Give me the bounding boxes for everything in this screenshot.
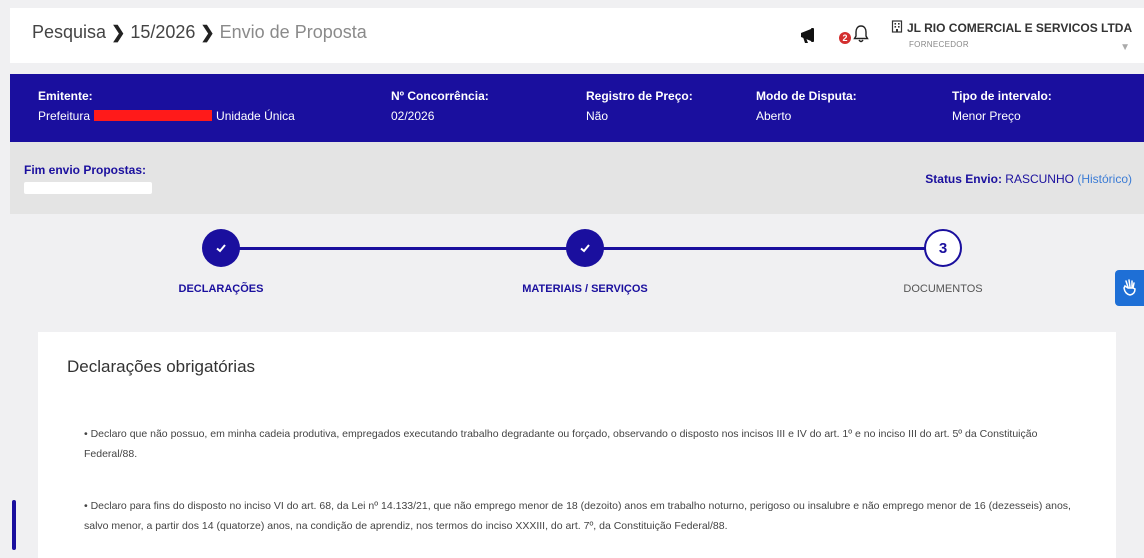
registro-label: Registro de Preço: — [586, 89, 693, 103]
chevron-down-icon[interactable]: ▼ — [1120, 42, 1130, 53]
redaction-mark — [94, 110, 213, 121]
modo-value: Aberto — [756, 109, 792, 123]
concorrencia-value: 02/2026 — [391, 109, 435, 123]
declaration-item: • Declaro para fins do disposto no incis… — [84, 500, 1071, 532]
modo-label: Modo de Disputa: — [756, 89, 857, 103]
notification-badge: 2 — [839, 32, 851, 44]
registro-value: Não — [586, 109, 609, 123]
step-number: 3 — [938, 239, 948, 257]
check-icon — [216, 244, 226, 253]
concorrencia-field: Nº Concorrência: 02/2026 — [391, 89, 489, 123]
company-role: FORNECEDOR — [909, 40, 969, 49]
emitente-field: Emitente: Prefeitura Unidade Única — [38, 89, 295, 123]
building-icon — [891, 20, 903, 36]
fim-envio-label: Fim envio Propostas: — [24, 163, 147, 177]
breadcrumb: Pesquisa ❯ 15/2026 ❯ Envio de Proposta — [32, 22, 367, 43]
step-declaracoes[interactable] — [202, 229, 240, 267]
intervalo-field: Tipo de intervalo: Menor Preço — [952, 89, 1052, 123]
progress-stepper: 3 DECLARAÇÕES MATERIAIS / SERVIÇOS DOCUM… — [10, 214, 1144, 314]
step-label-materiais[interactable]: MATERIAIS / SERVIÇOS — [522, 283, 648, 295]
breadcrumb-item-pesquisa[interactable]: Pesquisa — [32, 22, 106, 43]
accessibility-icon — [1122, 279, 1136, 296]
step-materiais[interactable] — [566, 229, 604, 267]
bell-icon — [853, 24, 869, 44]
megaphone-icon[interactable] — [799, 26, 821, 46]
emitente-suffix: Unidade Única — [216, 109, 295, 123]
breadcrumb-item-process[interactable]: 15/2026 — [130, 22, 195, 43]
status-value: RASCUNHO — [1005, 172, 1074, 186]
top-header: Pesquisa ❯ 15/2026 ❯ Envio de Proposta 2 — [10, 8, 1144, 63]
emitente-label: Emitente: — [38, 89, 93, 103]
historico-link[interactable]: Histórico — [1081, 172, 1128, 186]
intervalo-value: Menor Preço — [952, 109, 1021, 123]
status-label: Status Envio: — [925, 172, 1002, 186]
notifications-button[interactable]: 2 — [839, 24, 873, 48]
chevron-right-icon: ❯ — [111, 22, 126, 42]
registro-field: Registro de Preço: Não — [586, 89, 693, 123]
accessibility-button[interactable] — [1115, 270, 1144, 306]
declarations-card: Declarações obrigatórias • Declaro que n… — [38, 332, 1116, 558]
card-title: Declarações obrigatórias — [67, 357, 256, 376]
intervalo-label: Tipo de intervalo: — [952, 89, 1052, 103]
emitente-prefix: Prefeitura — [38, 109, 91, 123]
side-indicator — [12, 500, 16, 550]
company-name: JL RIO COMERCIAL E SERVICOS LTDA — [907, 21, 1133, 35]
deadline-section: Fim envio Propostas: Status Envio: RASCU… — [10, 142, 1144, 214]
step-label-declaracoes[interactable]: DECLARAÇÕES — [179, 283, 264, 295]
step-connector — [232, 247, 572, 250]
status-envio: Status Envio: RASCUNHO (Histórico) — [925, 172, 1132, 186]
step-connector — [596, 247, 930, 250]
company-menu[interactable]: JL RIO COMERCIAL E SERVICOS LTDA FORNECE… — [891, 20, 1144, 49]
step-label-documentos[interactable]: DOCUMENTOS — [903, 283, 982, 295]
step-documentos[interactable]: 3 — [924, 229, 962, 267]
concorrencia-label: Nº Concorrência: — [391, 89, 489, 103]
chevron-right-icon: ❯ — [200, 22, 215, 42]
declaration-item: • Declaro que não possuo, em minha cadei… — [84, 428, 1038, 460]
check-icon — [580, 244, 590, 253]
modo-field: Modo de Disputa: Aberto — [756, 89, 857, 123]
redaction-mark — [24, 182, 152, 194]
process-summary: Emitente: Prefeitura Unidade Única Nº Con… — [10, 74, 1144, 142]
breadcrumb-item-current: Envio de Proposta — [219, 22, 367, 42]
